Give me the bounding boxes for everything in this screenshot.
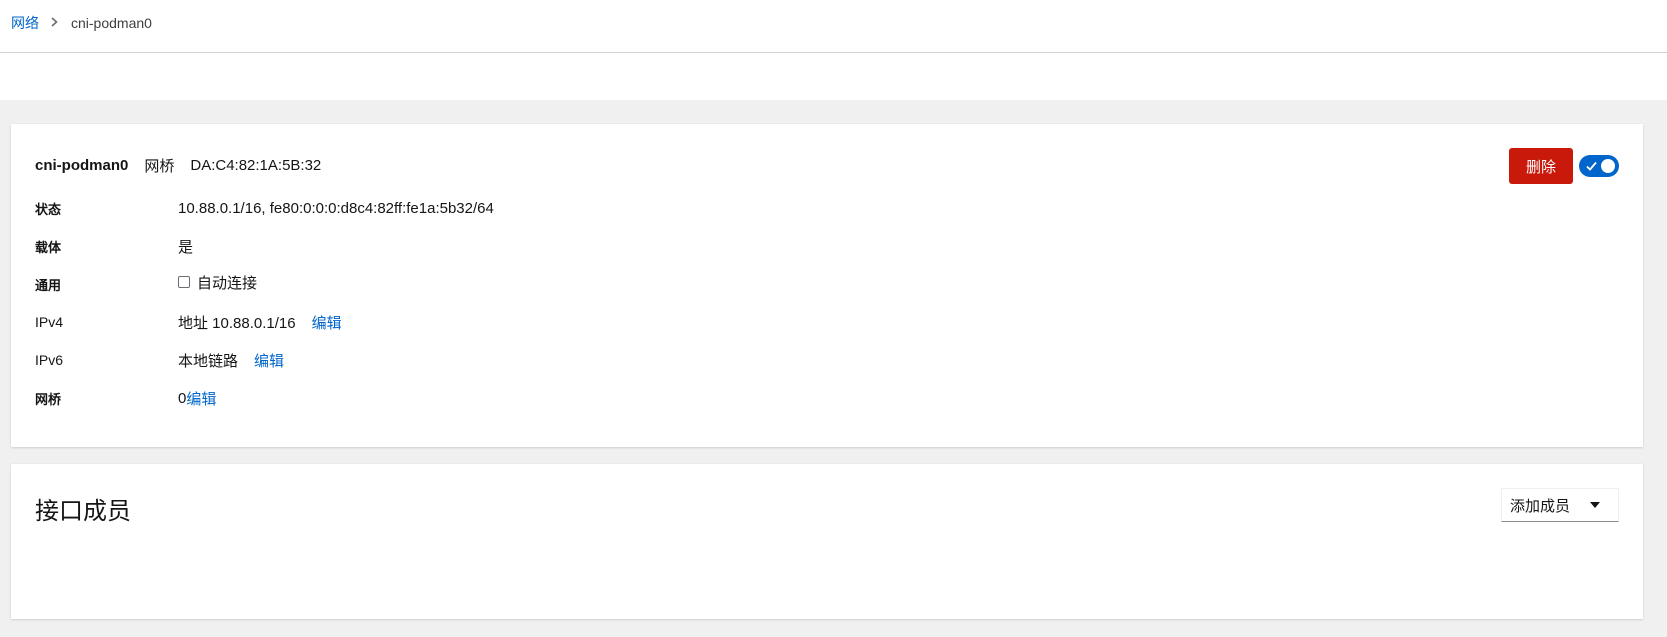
detail-row-status: 状态 10.88.0.1/16, fe80:0:0:0:d8c4:82ff:fe…	[35, 196, 935, 220]
general-label: 通用	[35, 277, 62, 293]
ipv6-edit-link[interactable]: 编辑	[254, 350, 284, 371]
status-label: 状态	[35, 201, 62, 217]
top-bar: 网络 cni-podman0	[0, 0, 1667, 53]
detail-row-bridge: 网桥 0 编辑	[35, 386, 935, 410]
breadcrumb-networks-link[interactable]: 网络	[11, 13, 39, 33]
interface-enable-toggle[interactable]	[1579, 155, 1619, 177]
carrier-label: 载体	[35, 239, 62, 255]
carrier-value: 是	[178, 238, 194, 256]
interface-header: cni-podman0 网桥 DA:C4:82:1A:5B:32	[35, 155, 321, 176]
delete-button[interactable]: 删除	[1509, 148, 1573, 184]
caret-down-icon	[1590, 502, 1600, 508]
detail-row-ipv4: IPv4 地址 10.88.0.1/16 编辑	[35, 310, 935, 334]
ipv4-value-group: 地址 10.88.0.1/16 编辑	[178, 312, 342, 333]
ipv6-value-group: 本地链路 编辑	[178, 350, 284, 371]
chevron-right-icon	[51, 16, 58, 30]
toggle-knob	[1601, 159, 1615, 173]
bridge-value: 0	[178, 389, 187, 407]
bridge-label: 网桥	[35, 391, 62, 407]
autoconnect-label[interactable]: 自动连接	[197, 272, 257, 293]
add-member-dropdown[interactable]: 添加成员	[1501, 488, 1619, 522]
ipv6-label: IPv6	[35, 352, 64, 368]
detail-row-ipv6: IPv6 本地链路 编辑	[35, 348, 935, 372]
ipv4-value: 地址 10.88.0.1/16	[178, 314, 296, 332]
interface-name: cni-podman0	[35, 157, 129, 174]
ipv6-value: 本地链路	[178, 352, 239, 370]
ipv4-edit-link[interactable]: 编辑	[312, 312, 342, 333]
detail-row-general: 通用 自动连接	[35, 272, 935, 296]
add-member-label: 添加成员	[1510, 497, 1571, 515]
check-icon	[1586, 161, 1597, 171]
breadcrumb: 网络 cni-podman0	[0, 13, 152, 33]
interface-type: 网桥	[144, 158, 175, 175]
autoconnect-checkbox[interactable]	[178, 276, 190, 288]
interface-members-card: 接口成员 添加成员	[11, 464, 1643, 619]
interface-details-card: cni-podman0 网桥 DA:C4:82:1A:5B:32 删除 状态 1…	[11, 124, 1643, 447]
status-value: 10.88.0.1/16, fe80:0:0:0:d8c4:82ff:fe1a:…	[178, 199, 494, 217]
general-value: 自动连接	[178, 272, 257, 293]
breadcrumb-current: cni-podman0	[71, 15, 152, 31]
page-header-spacer	[0, 53, 1667, 100]
bridge-value-group: 0 编辑	[178, 388, 216, 409]
interface-mac: DA:C4:82:1A:5B:32	[190, 157, 322, 174]
bridge-edit-link[interactable]: 编辑	[186, 388, 216, 409]
members-title: 接口成员	[35, 498, 131, 525]
ipv4-label: IPv4	[35, 314, 64, 330]
detail-row-carrier: 载体 是	[35, 234, 935, 258]
